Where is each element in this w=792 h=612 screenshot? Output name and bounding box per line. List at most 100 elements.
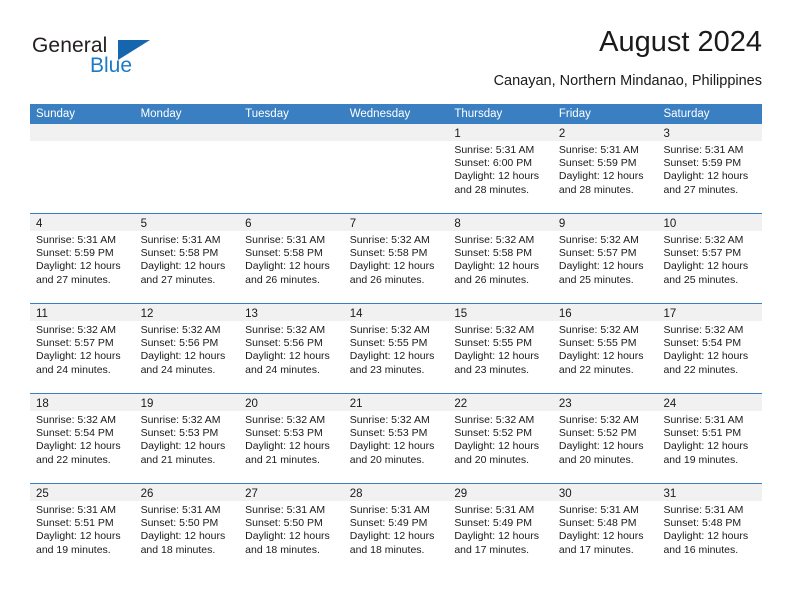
calendar-weeks: 1 Sunrise: 5:31 AM Sunset: 6:00 PM Daylight… (30, 124, 763, 573)
day-number-bar (30, 124, 135, 141)
day-number-bar: 4 (30, 214, 135, 231)
calendar-day-cell[interactable]: 6 Sunrise: 5:31 AM Sunset: 5:58 PM Daylight… (239, 214, 344, 303)
calendar-day-cell[interactable]: 9 Sunrise: 5:32 AM Sunset: 5:57 PM Daylight… (552, 214, 658, 303)
day-sun-info: Sunrise: 5:32 AM Sunset: 5:58 PM Daylight:… (448, 231, 553, 287)
brand-logo[interactable]: General Blue (30, 34, 190, 86)
calendar-day-cell[interactable]: 11 Sunrise: 5:32 AM Sunset: 5:57 PM Dayligh… (30, 304, 135, 393)
calendar-day-cell[interactable]: 19 Sunrise: 5:32 AM Sunset: 5:53 PM Dayligh… (134, 394, 240, 483)
calendar-day-cell[interactable]: 2 Sunrise: 5:31 AM Sunset: 5:59 PM Daylight… (552, 124, 658, 213)
sunset-text: Sunset: 5:57 PM (36, 337, 114, 350)
day-number-bar: 23 (552, 394, 658, 411)
daylight-text-line2: and 21 minutes. (245, 453, 320, 466)
calendar-day-cell[interactable]: 23 Sunrise: 5:32 AM Sunset: 5:52 PM Dayligh… (552, 394, 658, 483)
calendar-day-cell[interactable]: 5 Sunrise: 5:31 AM Sunset: 5:58 PM Daylight… (134, 214, 240, 303)
daylight-text-line1: Daylight: 12 hours (663, 530, 749, 543)
day-number: 26 (140, 488, 154, 500)
day-number: 8 (454, 218, 461, 230)
sunset-text: Sunset: 5:48 PM (558, 517, 637, 530)
calendar-day-cell[interactable]: 24 Sunrise: 5:31 AM Sunset: 5:51 PM Dayligh… (657, 394, 763, 483)
calendar-day-cell[interactable]: 16 Sunrise: 5:32 AM Sunset: 5:55 PM Dayligh… (552, 304, 658, 393)
sunrise-text: Sunrise: 5:31 AM (558, 504, 639, 516)
day-sun-info: Sunrise: 5:32 AM Sunset: 5:56 PM Daylight:… (135, 321, 240, 377)
calendar-day-cell[interactable]: 30 Sunrise: 5:31 AM Sunset: 5:48 PM Dayligh… (552, 484, 658, 573)
page-header: General Blue August 2024 Canayan, Northe… (30, 26, 762, 96)
daylight-text-line1: Daylight: 12 hours (454, 170, 539, 183)
sunrise-text: Sunrise: 5:31 AM (245, 504, 326, 516)
day-number-bar: 16 (552, 304, 658, 321)
calendar-day-cell[interactable]: 26 Sunrise: 5:31 AM Sunset: 5:50 PM Dayligh… (134, 484, 240, 573)
day-sun-info: Sunrise: 5:32 AM Sunset: 5:57 PM Daylight:… (657, 231, 762, 287)
daylight-text-line2: and 24 minutes. (36, 363, 111, 376)
day-sun-info: Sunrise: 5:32 AM Sunset: 5:56 PM Daylight:… (239, 321, 344, 377)
day-number-bar: 14 (343, 304, 449, 321)
day-number: 27 (245, 488, 258, 500)
daylight-text-line2: and 26 minutes. (245, 273, 320, 286)
sunrise-text: Sunrise: 5:32 AM (349, 234, 430, 246)
calendar-day-cell[interactable]: 31 Sunrise: 5:31 AM Sunset: 5:48 PM Dayligh… (657, 484, 763, 573)
day-sun-info: Sunrise: 5:31 AM Sunset: 5:50 PM Daylight:… (239, 501, 344, 557)
sunrise-text: Sunrise: 5:31 AM (663, 414, 744, 426)
calendar-day-cell[interactable]: 4 Sunrise: 5:31 AM Sunset: 5:59 PM Daylight… (30, 214, 135, 303)
sunset-text: Sunset: 5:55 PM (454, 337, 532, 350)
day-sun-info: Sunrise: 5:31 AM Sunset: 5:58 PM Daylight:… (135, 231, 240, 287)
daylight-text-line2: and 18 minutes. (245, 543, 320, 556)
sunset-text: Sunset: 5:48 PM (663, 517, 742, 530)
day-number-bar (239, 124, 344, 141)
day-number: 23 (558, 398, 572, 410)
day-sun-info: Sunrise: 5:32 AM Sunset: 5:55 PM Daylight:… (344, 321, 449, 377)
calendar-day-cell[interactable]: 14 Sunrise: 5:32 AM Sunset: 5:55 PM Dayligh… (343, 304, 449, 393)
calendar-day-cell[interactable]: 15 Sunrise: 5:32 AM Sunset: 5:55 PM Dayligh… (448, 304, 553, 393)
calendar-day-cell[interactable]: 10 Sunrise: 5:32 AM Sunset: 5:57 PM Dayligh… (657, 214, 763, 303)
day-number: 20 (245, 398, 258, 410)
sunrise-text: Sunrise: 5:31 AM (558, 144, 639, 156)
calendar-day-cell[interactable]: 27 Sunrise: 5:31 AM Sunset: 5:50 PM Dayligh… (239, 484, 344, 573)
day-number-bar: 19 (134, 394, 240, 411)
day-sun-info: Sunrise: 5:31 AM Sunset: 5:58 PM Daylight:… (239, 231, 344, 287)
calendar-day-cell[interactable]: 1 Sunrise: 5:31 AM Sunset: 6:00 PM Daylight… (448, 124, 553, 213)
day-sun-info: Sunrise: 5:32 AM Sunset: 5:58 PM Daylight:… (344, 231, 449, 287)
calendar-day-cell[interactable]: 3 Sunrise: 5:31 AM Sunset: 5:59 PM Daylight… (657, 124, 763, 213)
calendar-day-cell[interactable]: 13 Sunrise: 5:32 AM Sunset: 5:56 PM Dayligh… (239, 304, 344, 393)
daylight-text-line1: Daylight: 12 hours (454, 530, 539, 543)
calendar-day-cell[interactable]: 20 Sunrise: 5:32 AM Sunset: 5:53 PM Dayligh… (239, 394, 344, 483)
day-number: 21 (349, 398, 363, 410)
weekday-header-row: Sunday Monday Tuesday Wednesday Thursday… (30, 104, 762, 124)
day-number-bar: 9 (552, 214, 658, 231)
daylight-text-line1: Daylight: 12 hours (454, 260, 539, 273)
daylight-text-line2: and 28 minutes. (558, 183, 634, 196)
daylight-text-line2: and 18 minutes. (349, 543, 425, 556)
calendar-day-cell-empty (239, 124, 344, 213)
day-number: 10 (663, 218, 677, 230)
daylight-text-line2: and 18 minutes. (140, 543, 216, 556)
day-number: 7 (349, 218, 357, 230)
daylight-text-line1: Daylight: 12 hours (454, 350, 539, 363)
calendar-day-cell[interactable]: 29 Sunrise: 5:31 AM Sunset: 5:49 PM Dayligh… (448, 484, 553, 573)
day-number-bar (343, 124, 449, 141)
day-sun-info: Sunrise: 5:32 AM Sunset: 5:53 PM Daylight:… (239, 411, 344, 467)
daylight-text-line1: Daylight: 12 hours (558, 170, 644, 183)
calendar-day-cell[interactable]: 22 Sunrise: 5:32 AM Sunset: 5:52 PM Dayligh… (448, 394, 553, 483)
day-number-bar: 28 (343, 484, 449, 501)
calendar-day-cell[interactable]: 8 Sunrise: 5:32 AM Sunset: 5:58 PM Daylight… (448, 214, 553, 303)
calendar-day-cell[interactable]: 7 Sunrise: 5:32 AM Sunset: 5:58 PM Daylight… (343, 214, 449, 303)
day-number-bar: 27 (239, 484, 344, 501)
day-number-bar: 18 (30, 394, 135, 411)
calendar-day-cell[interactable]: 18 Sunrise: 5:32 AM Sunset: 5:54 PM Dayligh… (30, 394, 135, 483)
calendar-day-cell[interactable]: 17 Sunrise: 5:32 AM Sunset: 5:54 PM Dayligh… (657, 304, 763, 393)
calendar-day-cell[interactable]: 12 Sunrise: 5:32 AM Sunset: 5:56 PM Dayligh… (134, 304, 240, 393)
day-number: 12 (140, 308, 154, 320)
day-sun-info: Sunrise: 5:32 AM Sunset: 5:55 PM Daylight:… (448, 321, 553, 377)
sunrise-text: Sunrise: 5:32 AM (454, 324, 535, 336)
daylight-text-line1: Daylight: 12 hours (663, 170, 749, 183)
daylight-text-line2: and 20 minutes. (454, 453, 530, 466)
daylight-text-line2: and 19 minutes. (663, 453, 739, 466)
sunset-text: Sunset: 5:56 PM (245, 337, 323, 350)
sunrise-text: Sunrise: 5:32 AM (245, 324, 326, 336)
daylight-text-line1: Daylight: 12 hours (140, 530, 226, 543)
weekday-header-sunday: Sunday (36, 108, 76, 120)
calendar-day-cell[interactable]: 28 Sunrise: 5:31 AM Sunset: 5:49 PM Dayligh… (343, 484, 449, 573)
daylight-text-line2: and 23 minutes. (454, 363, 530, 376)
sunset-text: Sunset: 5:53 PM (245, 427, 323, 440)
calendar-day-cell[interactable]: 25 Sunrise: 5:31 AM Sunset: 5:51 PM Dayligh… (30, 484, 135, 573)
calendar-day-cell[interactable]: 21 Sunrise: 5:32 AM Sunset: 5:53 PM Dayligh… (343, 394, 449, 483)
